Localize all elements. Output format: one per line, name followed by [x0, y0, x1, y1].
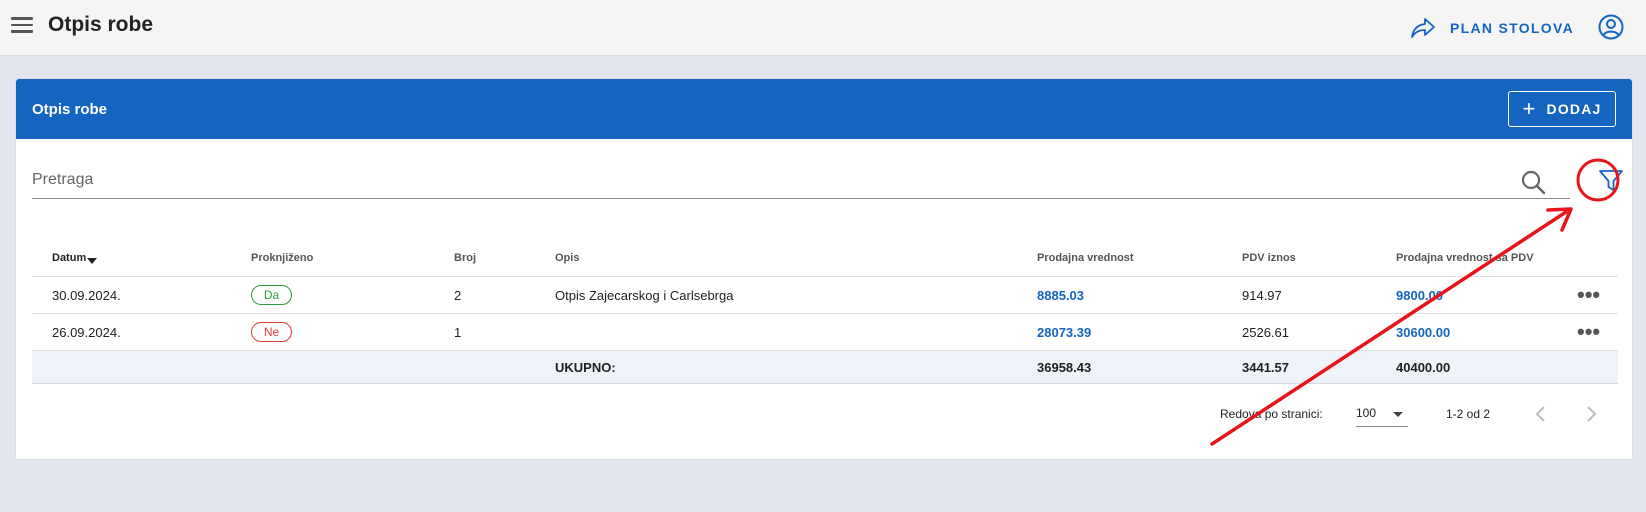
- cell-pdv-iznos: 2526.61: [1242, 324, 1289, 340]
- menu-icon[interactable]: [10, 14, 34, 38]
- search-field: [32, 159, 1570, 199]
- cell-opis: Otpis Zajecarskog i Carlsebrga: [555, 287, 734, 303]
- table-total-row: UKUPNO: 36958.43 3441.57 40400.00: [32, 351, 1618, 384]
- account-circle-icon[interactable]: [1597, 13, 1625, 41]
- total-pdv-iznos: 3441.57: [1242, 359, 1289, 375]
- table-row[interactable]: 30.09.2024. Da 2 Otpis Zajecarskog i Car…: [32, 277, 1618, 314]
- sort-desc-icon: [87, 257, 98, 264]
- add-button-label: DODAJ: [1546, 101, 1602, 117]
- filter-icon[interactable]: [1596, 165, 1626, 195]
- card-title: Otpis robe: [32, 101, 108, 118]
- cell-prodajna-vrednost-link[interactable]: 8885.03: [1037, 277, 1084, 313]
- column-header-opis[interactable]: Opis: [555, 239, 579, 276]
- app-bar: Otpis robe PLAN STOLOVA: [0, 0, 1646, 56]
- rows-per-page-value: 100: [1356, 406, 1377, 420]
- add-button[interactable]: + DODAJ: [1508, 91, 1616, 127]
- chevron-down-icon: [1393, 412, 1403, 417]
- data-table: Datum Proknjiženo Broj Opis Prodajna vre…: [32, 239, 1618, 384]
- cell-pdv-iznos: 914.97: [1242, 287, 1282, 303]
- status-badge: Da: [251, 285, 292, 305]
- status-badge: Ne: [251, 322, 292, 342]
- rows-per-page-label: Redova po stranici:: [1220, 407, 1323, 421]
- next-page-icon[interactable]: [1581, 403, 1601, 425]
- cell-broj: 2: [454, 287, 462, 303]
- more-actions-icon[interactable]: •••: [1577, 284, 1600, 306]
- table-row[interactable]: 26.09.2024. Ne 1 28073.39 2526.61 30600.…: [32, 314, 1618, 351]
- cell-prodajna-vrednost-link[interactable]: 28073.39: [1037, 314, 1091, 350]
- plus-icon: +: [1522, 96, 1537, 121]
- cell-broj: 1: [454, 324, 462, 340]
- plan-stolova-button[interactable]: PLAN STOLOVA: [1410, 14, 1574, 42]
- column-header-pdv-iznos[interactable]: PDV iznos: [1242, 239, 1296, 276]
- cell-datum: 26.09.2024.: [52, 324, 121, 340]
- plan-stolova-label: PLAN STOLOVA: [1450, 20, 1574, 36]
- card-header: Otpis robe + DODAJ: [16, 79, 1632, 139]
- total-prodajna-vrednost: 36958.43: [1037, 359, 1092, 375]
- cell-prodajna-sa-pdv-link[interactable]: 30600.00: [1396, 314, 1450, 350]
- forward-arrow-icon: [1411, 18, 1435, 38]
- pagination-range: 1-2 od 2: [1446, 407, 1491, 421]
- column-header-broj[interactable]: Broj: [454, 239, 476, 276]
- total-label: UKUPNO:: [555, 359, 616, 375]
- page-title: Otpis robe: [48, 13, 154, 36]
- column-header-datum[interactable]: Datum: [52, 239, 98, 276]
- column-header-proknjizeno[interactable]: Proknjiženo: [251, 239, 313, 276]
- column-header-prodajna-vrednost[interactable]: Prodajna vrednost: [1037, 239, 1134, 276]
- column-header-prodajna-vrednost-sa-pdv[interactable]: Prodajna vrednost sa PDV: [1396, 239, 1534, 276]
- cell-prodajna-sa-pdv-link[interactable]: 9800.00: [1396, 277, 1443, 313]
- total-prodajna-sa-pdv: 40400.00: [1396, 359, 1451, 375]
- search-icon[interactable]: [1520, 169, 1546, 195]
- table-header: Datum Proknjiženo Broj Opis Prodajna vre…: [32, 239, 1618, 277]
- cell-datum: 30.09.2024.: [52, 287, 121, 303]
- more-actions-icon[interactable]: •••: [1577, 321, 1600, 343]
- column-header-label: Datum: [52, 251, 87, 264]
- rows-per-page-select[interactable]: 100: [1356, 399, 1408, 427]
- search-input[interactable]: [32, 167, 1512, 193]
- previous-page-icon[interactable]: [1531, 403, 1551, 425]
